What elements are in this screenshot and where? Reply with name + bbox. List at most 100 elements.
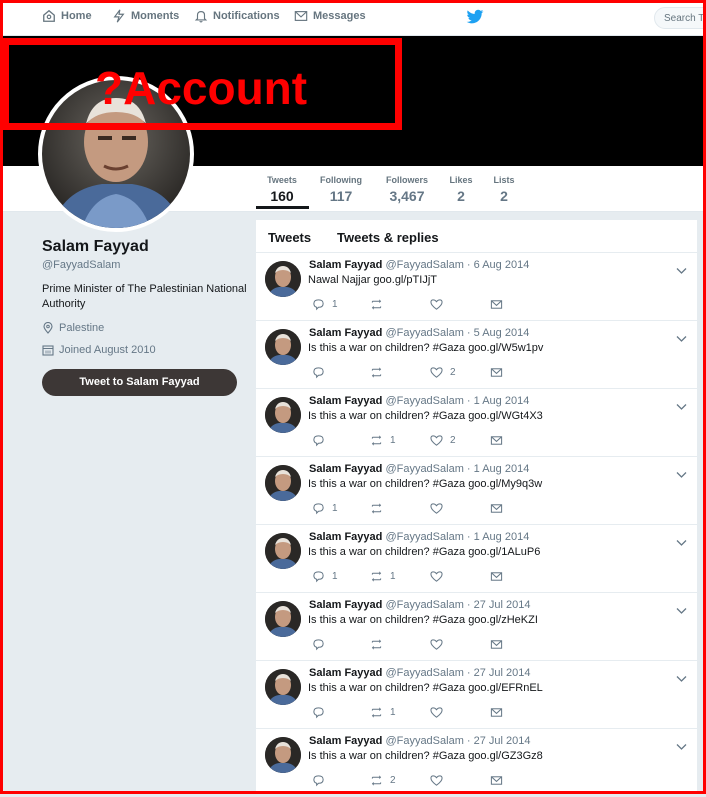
tweet-date[interactable]: 6 Aug 2014 — [474, 259, 530, 271]
stat-lists[interactable]: Lists 2 — [492, 175, 516, 204]
reply-button[interactable]: 1 — [312, 570, 338, 583]
reply-button[interactable] — [312, 774, 332, 787]
tweet-to-button[interactable]: Tweet to Salam Fayyad — [42, 369, 237, 396]
tweet-author-name[interactable]: Salam Fayyad — [309, 599, 382, 611]
tweet-author-handle[interactable]: @FayyadSalam — [385, 667, 463, 679]
chevron-down-icon[interactable] — [676, 602, 687, 614]
tweet-row[interactable]: Salam Fayyad @FayyadSalam · 1 Aug 2014 Is… — [256, 457, 697, 525]
stat-following-label: Following — [320, 175, 362, 185]
like-button[interactable] — [430, 706, 450, 719]
reply-button[interactable] — [312, 366, 332, 379]
tweet-author-handle[interactable]: @FayyadSalam — [385, 735, 463, 747]
stat-tweets[interactable]: Tweets 160 — [262, 175, 302, 204]
chevron-down-icon[interactable] — [676, 330, 687, 342]
tweet-date[interactable]: 27 Jul 2014 — [474, 735, 531, 747]
tweet-avatar[interactable] — [265, 329, 301, 365]
like-button[interactable] — [430, 570, 450, 583]
tweet-avatar[interactable] — [265, 397, 301, 433]
like-button[interactable]: 2 — [430, 434, 456, 447]
retweet-button[interactable] — [370, 638, 390, 651]
tweet-row[interactable]: Salam Fayyad @FayyadSalam · 1 Aug 2014 Is… — [256, 525, 697, 593]
tweet-date[interactable]: 1 Aug 2014 — [474, 463, 530, 475]
chevron-down-icon[interactable] — [676, 262, 687, 274]
chevron-down-icon[interactable] — [676, 398, 687, 410]
tab-tweets-replies[interactable]: Tweets & replies — [337, 230, 439, 245]
tweet-author-name[interactable]: Salam Fayyad — [309, 259, 382, 271]
tweet-avatar[interactable] — [265, 465, 301, 501]
tweet-date[interactable]: 1 Aug 2014 — [474, 395, 530, 407]
heart-icon — [430, 706, 443, 719]
stat-followers[interactable]: Followers 3,467 — [383, 175, 431, 204]
reply-button[interactable] — [312, 434, 332, 447]
direct-message-button[interactable] — [490, 570, 503, 583]
tweet-author-handle[interactable]: @FayyadSalam — [385, 327, 463, 339]
tweet-author-name[interactable]: Salam Fayyad — [309, 531, 382, 543]
tweet-avatar[interactable] — [265, 261, 301, 297]
tweet-date[interactable]: 27 Jul 2014 — [474, 667, 531, 679]
chevron-down-icon[interactable] — [676, 466, 687, 478]
direct-message-button[interactable] — [490, 638, 503, 651]
nav-messages-label: Messages — [313, 10, 366, 22]
tweet-author-handle[interactable]: @FayyadSalam — [385, 463, 463, 475]
tweet-date[interactable]: 5 Aug 2014 — [474, 327, 530, 339]
direct-message-button[interactable] — [490, 502, 503, 515]
retweet-button[interactable] — [370, 366, 390, 379]
tweet-author-handle[interactable]: @FayyadSalam — [385, 531, 463, 543]
direct-message-button[interactable] — [490, 298, 503, 311]
reply-button[interactable]: 1 — [312, 502, 338, 515]
reply-button[interactable] — [312, 638, 332, 651]
stat-following[interactable]: Following 117 — [318, 175, 364, 204]
tweet-author-name[interactable]: Salam Fayyad — [309, 395, 382, 407]
nav-messages[interactable]: Messages — [294, 9, 366, 23]
retweet-button[interactable]: 2 — [370, 774, 396, 787]
tweet-avatar[interactable] — [265, 533, 301, 569]
like-button[interactable] — [430, 298, 450, 311]
direct-message-button[interactable] — [490, 706, 503, 719]
retweet-button[interactable] — [370, 502, 390, 515]
tweet-row[interactable]: Salam Fayyad @FayyadSalam · 27 Jul 2014 I… — [256, 593, 697, 661]
stat-likes[interactable]: Likes 2 — [447, 175, 475, 204]
tweet-author-name[interactable]: Salam Fayyad — [309, 735, 382, 747]
tweet-author-name[interactable]: Salam Fayyad — [309, 667, 382, 679]
reply-button[interactable]: 1 — [312, 298, 338, 311]
retweet-button[interactable]: 1 — [370, 706, 396, 719]
twitter-bird-icon[interactable] — [466, 9, 484, 25]
tweet-author-name[interactable]: Salam Fayyad — [309, 327, 382, 339]
tweet-author-handle[interactable]: @FayyadSalam — [385, 599, 463, 611]
tweet-author-handle[interactable]: @FayyadSalam — [385, 259, 463, 271]
tweet-author-handle[interactable]: @FayyadSalam — [385, 395, 463, 407]
tab-tweets[interactable]: Tweets — [268, 230, 311, 245]
chevron-down-icon[interactable] — [676, 738, 687, 750]
tweet-row[interactable]: Salam Fayyad @FayyadSalam · 1 Aug 2014 Is… — [256, 389, 697, 457]
tweet-row[interactable]: Salam Fayyad @FayyadSalam · 6 Aug 2014 Na… — [256, 253, 697, 321]
tweet-avatar[interactable] — [265, 737, 301, 773]
chevron-down-icon[interactable] — [676, 670, 687, 682]
like-button[interactable]: 2 — [430, 366, 456, 379]
like-button[interactable] — [430, 502, 450, 515]
tweet-row[interactable]: Salam Fayyad @FayyadSalam · 27 Jul 2014 I… — [256, 661, 697, 729]
chevron-down-icon[interactable] — [676, 534, 687, 546]
tweet-avatar[interactable] — [265, 601, 301, 637]
nav-home[interactable]: Home — [42, 9, 92, 23]
tweet-author-name[interactable]: Salam Fayyad — [309, 463, 382, 475]
tweet-avatar[interactable] — [265, 669, 301, 705]
tweet-row[interactable]: Salam Fayyad @FayyadSalam · 5 Aug 2014 Is… — [256, 321, 697, 389]
retweet-button[interactable] — [370, 298, 390, 311]
nav-moments[interactable]: Moments — [112, 9, 179, 23]
account-stamp: ?Account — [2, 38, 402, 130]
envelope-icon — [490, 502, 503, 515]
reply-button[interactable] — [312, 706, 332, 719]
nav-notifications[interactable]: Notifications — [194, 9, 280, 23]
direct-message-button[interactable] — [490, 366, 503, 379]
retweet-button[interactable]: 1 — [370, 570, 396, 583]
direct-message-button[interactable] — [490, 434, 503, 447]
retweet-button[interactable]: 1 — [370, 434, 396, 447]
tweet-date[interactable]: 1 Aug 2014 — [474, 531, 530, 543]
tweet-header: Salam Fayyad @FayyadSalam · 1 Aug 2014 — [309, 531, 529, 543]
like-button[interactable] — [430, 638, 450, 651]
search-input[interactable]: Search Twitter — [654, 7, 706, 29]
like-button[interactable] — [430, 774, 450, 787]
tweet-date[interactable]: 27 Jul 2014 — [474, 599, 531, 611]
direct-message-button[interactable] — [490, 774, 503, 787]
tweet-row[interactable]: Salam Fayyad @FayyadSalam · 27 Jul 2014 I… — [256, 729, 697, 797]
